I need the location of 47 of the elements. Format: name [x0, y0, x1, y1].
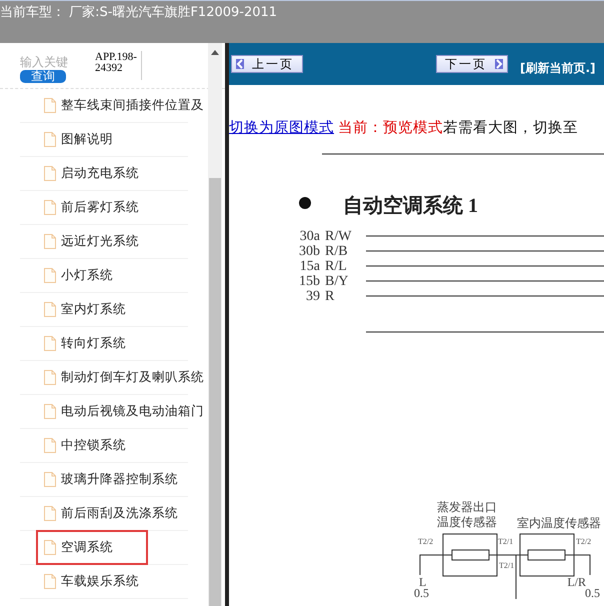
- connector-pin-label: T2/1: [499, 561, 514, 570]
- hint-text: 若需看大图，切换至: [443, 120, 578, 136]
- pin-label: 15a: [300, 259, 320, 274]
- sensor-label: 室内温度传感器: [517, 516, 601, 530]
- app-code-text: APP.198-24392: [95, 51, 142, 80]
- wire-color-label: R/W: [325, 229, 352, 244]
- previous-page-button[interactable]: 上一页: [231, 55, 303, 73]
- window-title: 当前车型： 厂家:S-曙光汽车旗胜F12009-2011: [0, 5, 278, 20]
- sensor-label: 温度传感器: [437, 515, 497, 529]
- search-button[interactable]: 查询: [20, 70, 66, 83]
- sidebar-item[interactable]: 图解说明: [36, 122, 148, 157]
- next-page-button[interactable]: 下一页: [436, 55, 508, 73]
- wire-gauge-label: 0.5: [585, 586, 600, 599]
- sidebar-item[interactable]: 中控锁系统: [36, 428, 148, 463]
- pin-label: 30b: [299, 244, 320, 259]
- connector-pin-label: T2/2: [576, 537, 592, 546]
- pin-label: 15b: [299, 274, 320, 289]
- connector-pin-label: T2/2: [418, 537, 434, 546]
- wire-color-label: R/B: [325, 244, 348, 259]
- sidebar-item[interactable]: 小灯系统: [36, 258, 148, 293]
- sidebar-item[interactable]: 室内灯系统: [36, 292, 148, 327]
- wire-label: L: [419, 575, 426, 589]
- wire-color-label: R: [325, 289, 334, 304]
- sidebar-item[interactable]: 转向灯系统: [36, 326, 148, 361]
- sidebar-item[interactable]: 车载娱乐系统: [36, 564, 148, 599]
- sidebar-item[interactable]: 制动灯倒车灯及喇叭系统: [36, 360, 208, 395]
- sidebar-item[interactable]: 前后雾灯系统: [36, 190, 148, 225]
- connector-pin-label: T2/1: [498, 537, 514, 546]
- sidebar-item[interactable]: 远近灯光系统: [36, 224, 148, 259]
- switch-mode-link[interactable]: 切换为原图模式: [229, 120, 334, 136]
- wire-color-label: B/Y: [325, 274, 348, 289]
- sidebar-item[interactable]: 前后雨刮及洗涤系统: [36, 496, 186, 531]
- search-label: 输入关键: [20, 55, 68, 69]
- mode-text: 当前：预览模式: [338, 120, 443, 136]
- sensor-label: 蒸发器出口: [437, 500, 497, 514]
- wire-gauge-label: 0.5: [414, 586, 429, 599]
- wire-color-label: R/L: [325, 259, 347, 274]
- sidebar-item[interactable]: 启动充电系统: [36, 156, 148, 191]
- pin-label: 39: [306, 289, 320, 304]
- sidebar-item[interactable]: 玻璃升降器控制系统: [36, 462, 186, 497]
- pin-label: 30a: [300, 229, 320, 244]
- sidebar-item[interactable]: 整车线束间插接件位置及: [36, 89, 208, 123]
- diagram-title: 自动空调系统 1: [343, 195, 478, 217]
- sidebar-item[interactable]: 电动后视镜及电动油箱门: [36, 394, 208, 429]
- sidebar-item[interactable]: 空调系统: [36, 530, 148, 565]
- wire-label: L/R: [567, 575, 586, 589]
- refresh-link[interactable]: [刷新当前页.]: [520, 60, 596, 76]
